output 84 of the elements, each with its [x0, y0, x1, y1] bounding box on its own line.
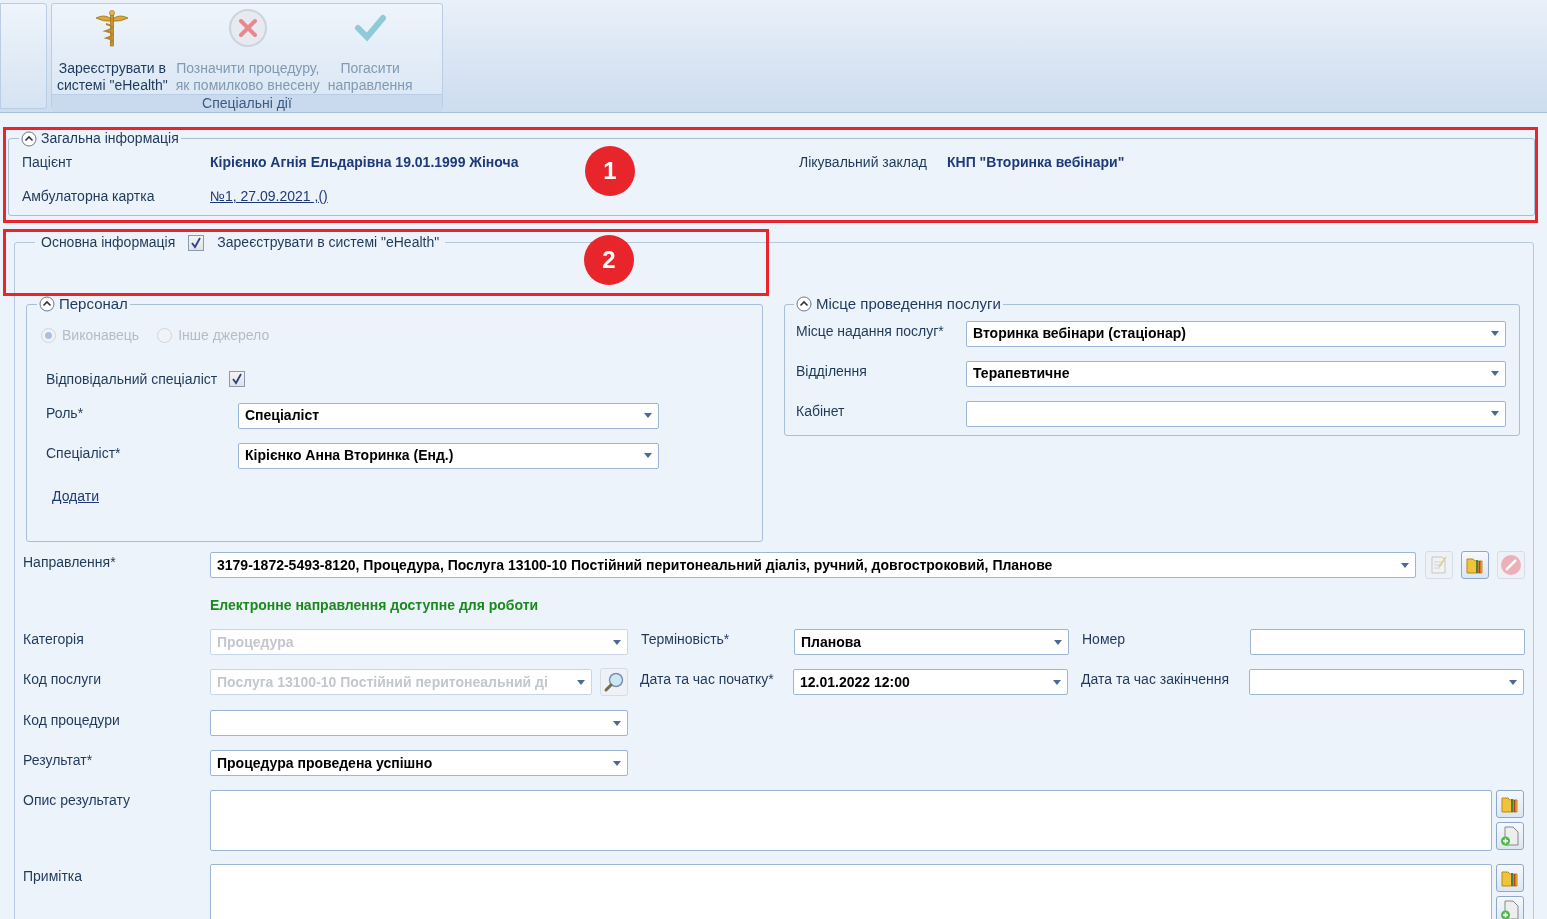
folder-button[interactable] — [1496, 864, 1524, 892]
section-title: Загальна інформація — [41, 129, 179, 148]
procedure-code-dropdown[interactable] — [210, 710, 628, 736]
checkbox-label: Відповідальний спеціаліст — [46, 369, 218, 389]
radio-label: Інше джерело — [178, 325, 270, 345]
dropdown-arrow-icon — [577, 679, 585, 685]
add-document-icon — [1500, 899, 1520, 919]
field-label: Відділення — [796, 361, 868, 381]
field-label: Номер — [1082, 630, 1127, 649]
ribbon-group-label: Спеціальні дії — [52, 94, 442, 112]
dropdown-arrow-icon — [1491, 371, 1499, 376]
dropdown-arrow-icon — [613, 720, 621, 726]
add-link[interactable]: Додати — [52, 485, 99, 507]
dropdown-arrow-icon — [644, 453, 652, 458]
folder-icon — [1501, 868, 1519, 888]
urgency-dropdown[interactable]: Планова — [794, 629, 1069, 655]
add-button[interactable] — [1496, 822, 1524, 850]
location-dropdown[interactable]: Вторинка вебінари (стаціонар) — [966, 320, 1506, 347]
radio-label: Виконавець — [62, 325, 140, 345]
field-label: Дата та час початку* — [640, 670, 775, 689]
folder-button[interactable] — [1461, 551, 1489, 579]
section-title: Основна інформація — [41, 233, 176, 252]
add-button[interactable] — [1496, 896, 1524, 919]
field-label: Спеціаліст* — [46, 443, 122, 463]
dropdown-arrow-icon — [1401, 562, 1409, 568]
dropdown-arrow-icon — [644, 413, 652, 418]
section-title: Місце проведення послуги — [816, 294, 1001, 314]
field-label: Пацієнт — [22, 153, 74, 172]
end-date-picker[interactable] — [1249, 669, 1524, 695]
specialist-dropdown[interactable]: Кірієнко Анна Вторинка (Енд.) — [238, 442, 659, 469]
field-label: Дата та час закінчення — [1081, 670, 1231, 689]
field-label: Категорія — [23, 630, 85, 649]
register-checkbox[interactable] — [188, 234, 205, 251]
role-dropdown[interactable]: Спеціаліст — [238, 402, 659, 429]
annotation-badge: 2 — [584, 235, 634, 285]
collapse-icon[interactable] — [39, 296, 55, 313]
start-date-picker[interactable]: 12.01.2022 12:00 — [793, 669, 1068, 695]
dropdown-arrow-icon — [1509, 679, 1517, 685]
dropdown-arrow-icon — [613, 760, 621, 766]
number-input[interactable] — [1250, 629, 1525, 655]
referral-status: Електронне направлення доступне для роботи — [210, 597, 539, 613]
folder-icon — [1466, 555, 1484, 575]
collapse-icon[interactable] — [21, 130, 37, 147]
card-link[interactable]: №1, 27.09.2021 ,() — [210, 186, 328, 207]
responsible-checkbox[interactable] — [229, 371, 246, 387]
field-label: Примітка — [23, 867, 84, 886]
edit-document-icon — [1430, 555, 1448, 575]
patient-value: Кірієнко Агнія Ельдарівна 19.01.1999 Жіноча — [210, 153, 519, 172]
search-button[interactable] — [600, 668, 628, 696]
field-label: Направлення* — [23, 553, 117, 572]
edit-button[interactable] — [1425, 551, 1453, 579]
checkbox-label: Зареєструвати в системі "eHealth" — [217, 233, 440, 252]
result-dropdown[interactable]: Процедура проведена успішно — [210, 750, 628, 776]
section-title: Персонал — [59, 294, 128, 314]
no-entry-icon — [1500, 554, 1522, 576]
field-label: Кабінет — [796, 401, 846, 421]
collapse-icon[interactable] — [796, 296, 812, 313]
field-label: Роль* — [46, 403, 85, 423]
location-dropdown[interactable] — [966, 400, 1506, 427]
annotation-badge: 1 — [585, 146, 635, 196]
result-description-textarea[interactable] — [210, 790, 1492, 851]
field-label: Лікувальний заклад — [799, 153, 928, 172]
field-label: Результат* — [23, 751, 94, 770]
field-label: Код послуги — [23, 670, 103, 689]
dropdown-arrow-icon — [613, 639, 621, 645]
field-label: Місце надання послуг* — [796, 321, 945, 341]
dropdown-arrow-icon — [1053, 679, 1061, 685]
field-label: Опис результату — [23, 791, 132, 810]
folder-icon — [1501, 794, 1519, 814]
field-label: Терміновість* — [641, 630, 731, 649]
cross-circle-icon — [227, 8, 268, 48]
location-dropdown[interactable]: Терапевтичне — [966, 360, 1506, 387]
folder-button[interactable] — [1496, 790, 1524, 818]
dropdown-arrow-icon — [1491, 331, 1499, 336]
field-label: Амбулаторна картка — [22, 187, 156, 206]
facility-value: КНП "Вторинка вебінари" — [947, 153, 1125, 172]
referral-dropdown[interactable]: 3179-1872-5493-8120, Процедура, Послуга 13100-10 Постійний перитонеальний діаліз, ручний, довгостроковий, Планове — [210, 552, 1416, 578]
dropdown-arrow-icon — [1491, 411, 1499, 416]
block-button[interactable] — [1497, 551, 1525, 579]
dropdown-arrow-icon — [1054, 639, 1062, 645]
ribbon-button[interactable]: Зареєструвати в системі "eHealth" — [55, 8, 170, 94]
search-icon — [603, 671, 625, 693]
field-label: Код процедури — [23, 711, 121, 730]
add-document-icon — [1500, 825, 1520, 847]
